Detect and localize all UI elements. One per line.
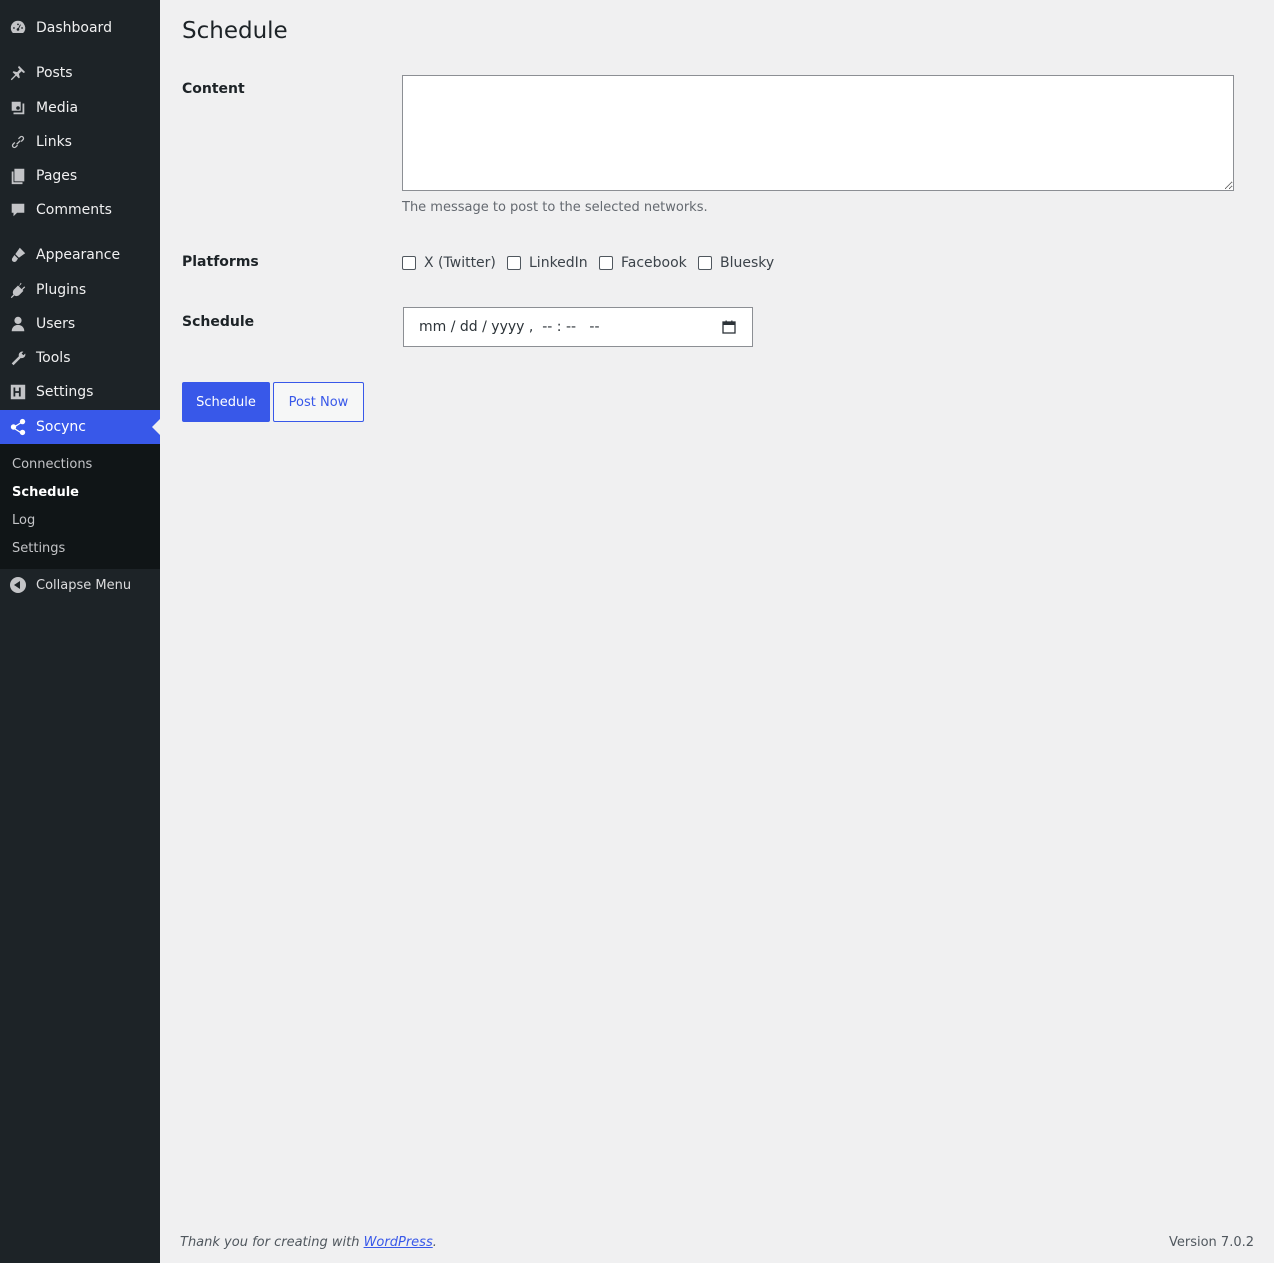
pin-icon — [8, 63, 28, 83]
content-help-text: The message to post to the selected netw… — [402, 200, 708, 215]
platform-checkbox[interactable] — [507, 256, 521, 270]
platform-checkbox[interactable] — [599, 256, 613, 270]
platform-label: Facebook — [621, 255, 687, 271]
sidebar-item-label: Posts — [36, 65, 73, 81]
schedule-datetime-input[interactable]: mm / dd / yyyy , -- : -- -- — [403, 307, 753, 347]
schedule-button[interactable]: Schedule — [182, 382, 270, 422]
submenu-item-log[interactable]: Log — [12, 513, 35, 528]
footer-thanks: Thank you for creating with WordPress. — [180, 1235, 437, 1250]
link-icon — [8, 132, 28, 152]
footer-thanks-prefix: Thank you for creating with — [180, 1235, 364, 1250]
sidebar-item-dashboard[interactable]: Dashboard — [0, 11, 160, 45]
platform-option-linkedin[interactable]: LinkedIn — [507, 255, 588, 271]
sidebar-item-socync[interactable]: Socync — [0, 410, 160, 444]
sidebar-item-label: Tools — [36, 350, 71, 366]
sidebar-item-label: Settings — [36, 384, 94, 400]
footer-thanks-suffix: . — [432, 1235, 437, 1250]
collapse-menu-button[interactable]: Collapse Menu — [0, 572, 160, 598]
collapse-arrow-icon — [10, 577, 26, 593]
dashboard-icon — [8, 18, 28, 38]
page-title: Schedule — [182, 18, 288, 44]
datetime-placeholder: mm / dd / yyyy , -- : -- -- — [419, 319, 600, 335]
collapse-menu-label: Collapse Menu — [36, 577, 132, 593]
sidebar-item-pages[interactable]: Pages — [0, 159, 160, 193]
sidebar-item-users[interactable]: Users — [0, 307, 160, 341]
admin-sidebar: Dashboard Posts Media Links Pages Commen… — [0, 0, 160, 1263]
platform-label: X (Twitter) — [424, 255, 496, 271]
sidebar-item-links[interactable]: Links — [0, 125, 160, 159]
content-label: Content — [182, 81, 245, 97]
sidebar-item-label: Pages — [36, 168, 78, 184]
wrench-icon — [8, 348, 28, 368]
platform-checkbox[interactable] — [402, 256, 416, 270]
plug-icon — [8, 280, 28, 300]
sidebar-item-label: Socync — [36, 419, 87, 435]
brush-icon — [8, 245, 28, 265]
pages-icon — [8, 166, 28, 186]
sliders-icon — [8, 382, 28, 402]
submenu-item-connections[interactable]: Connections — [12, 457, 92, 472]
sidebar-item-label: Appearance — [36, 247, 121, 263]
sidebar-item-media[interactable]: Media — [0, 91, 160, 125]
media-icon — [8, 98, 28, 118]
sidebar-item-appearance[interactable]: Appearance — [0, 238, 160, 272]
platform-option-facebook[interactable]: Facebook — [599, 255, 687, 271]
sidebar-item-settings[interactable]: Settings — [0, 375, 160, 409]
platform-option-bluesky[interactable]: Bluesky — [698, 255, 774, 271]
sidebar-item-comments[interactable]: Comments — [0, 193, 160, 227]
platforms-label: Platforms — [182, 254, 259, 270]
user-icon — [8, 314, 28, 334]
post-now-button[interactable]: Post Now — [273, 382, 364, 422]
sidebar-item-posts[interactable]: Posts — [0, 56, 160, 90]
footer-version: Version 7.0.2 — [1168, 1235, 1254, 1250]
sidebar-item-label: Plugins — [36, 282, 87, 298]
calendar-icon[interactable] — [722, 320, 736, 334]
wordpress-link[interactable]: WordPress — [364, 1235, 433, 1250]
submenu-item-schedule[interactable]: Schedule — [12, 485, 79, 500]
sidebar-item-label: Dashboard — [36, 20, 112, 36]
platform-label: Bluesky — [720, 255, 775, 271]
schedule-label: Schedule — [182, 314, 255, 330]
platform-checkbox[interactable] — [698, 256, 712, 270]
sidebar-item-label: Users — [36, 316, 76, 332]
platform-label: LinkedIn — [529, 255, 588, 271]
share-icon — [8, 417, 28, 437]
submenu-item-settings[interactable]: Settings — [12, 541, 65, 556]
sidebar-item-label: Links — [36, 134, 72, 150]
platform-option-x[interactable]: X (Twitter) — [402, 255, 496, 271]
sidebar-item-label: Media — [36, 100, 79, 116]
socync-submenu: Connections Schedule Log Settings — [0, 444, 160, 569]
sidebar-item-plugins[interactable]: Plugins — [0, 273, 160, 307]
sidebar-item-tools[interactable]: Tools — [0, 341, 160, 375]
sidebar-item-label: Comments — [36, 202, 112, 218]
content-textarea[interactable] — [402, 75, 1234, 191]
comment-icon — [8, 200, 28, 220]
